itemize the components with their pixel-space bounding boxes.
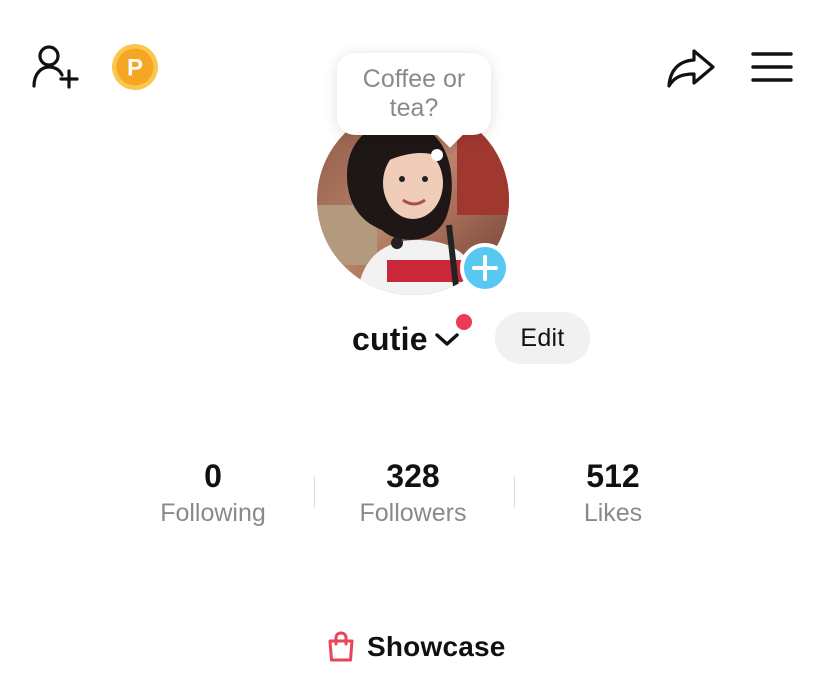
profile-note-bubble[interactable]: Coffee or tea? bbox=[337, 53, 491, 135]
coins-button[interactable]: P bbox=[111, 43, 159, 91]
hamburger-menu-icon bbox=[751, 52, 793, 82]
stat-likes[interactable]: 512 Likes bbox=[513, 456, 713, 530]
username: cutie bbox=[352, 320, 428, 357]
stat-label: Likes bbox=[583, 499, 643, 527]
profile-note-text: Coffee or tea? bbox=[362, 65, 466, 122]
bubble-tail-dot bbox=[431, 149, 443, 161]
stat-value: 512 bbox=[586, 458, 640, 494]
plus-icon bbox=[472, 255, 498, 281]
add-avatar-button[interactable] bbox=[460, 243, 510, 293]
coin-p-icon: P bbox=[112, 44, 158, 90]
notification-dot bbox=[456, 314, 472, 330]
stat-value: 0 bbox=[204, 458, 222, 494]
username-switcher[interactable]: cutie bbox=[352, 316, 460, 362]
menu-button[interactable] bbox=[748, 46, 796, 88]
edit-profile-button[interactable]: Edit bbox=[495, 312, 590, 364]
showcase-button[interactable]: Showcase bbox=[326, 626, 506, 668]
profile-stats: 0 Following 328 Followers 512 Likes bbox=[113, 456, 713, 536]
stat-label: Followers bbox=[359, 499, 467, 527]
account-dropdown[interactable] bbox=[434, 329, 460, 349]
shopping-bag-icon bbox=[328, 631, 354, 662]
stat-followers[interactable]: 328 Followers bbox=[313, 456, 513, 530]
person-add-icon bbox=[32, 45, 79, 89]
coin-letter: P bbox=[127, 55, 143, 82]
stat-value: 328 bbox=[386, 458, 440, 494]
add-friend-button[interactable] bbox=[30, 42, 80, 92]
stat-label: Following bbox=[160, 499, 266, 527]
stat-following[interactable]: 0 Following bbox=[113, 456, 313, 530]
chevron-down-icon bbox=[434, 333, 459, 346]
showcase-label: Showcase bbox=[367, 631, 506, 662]
share-arrow-icon bbox=[667, 49, 715, 88]
share-button[interactable] bbox=[664, 44, 718, 92]
